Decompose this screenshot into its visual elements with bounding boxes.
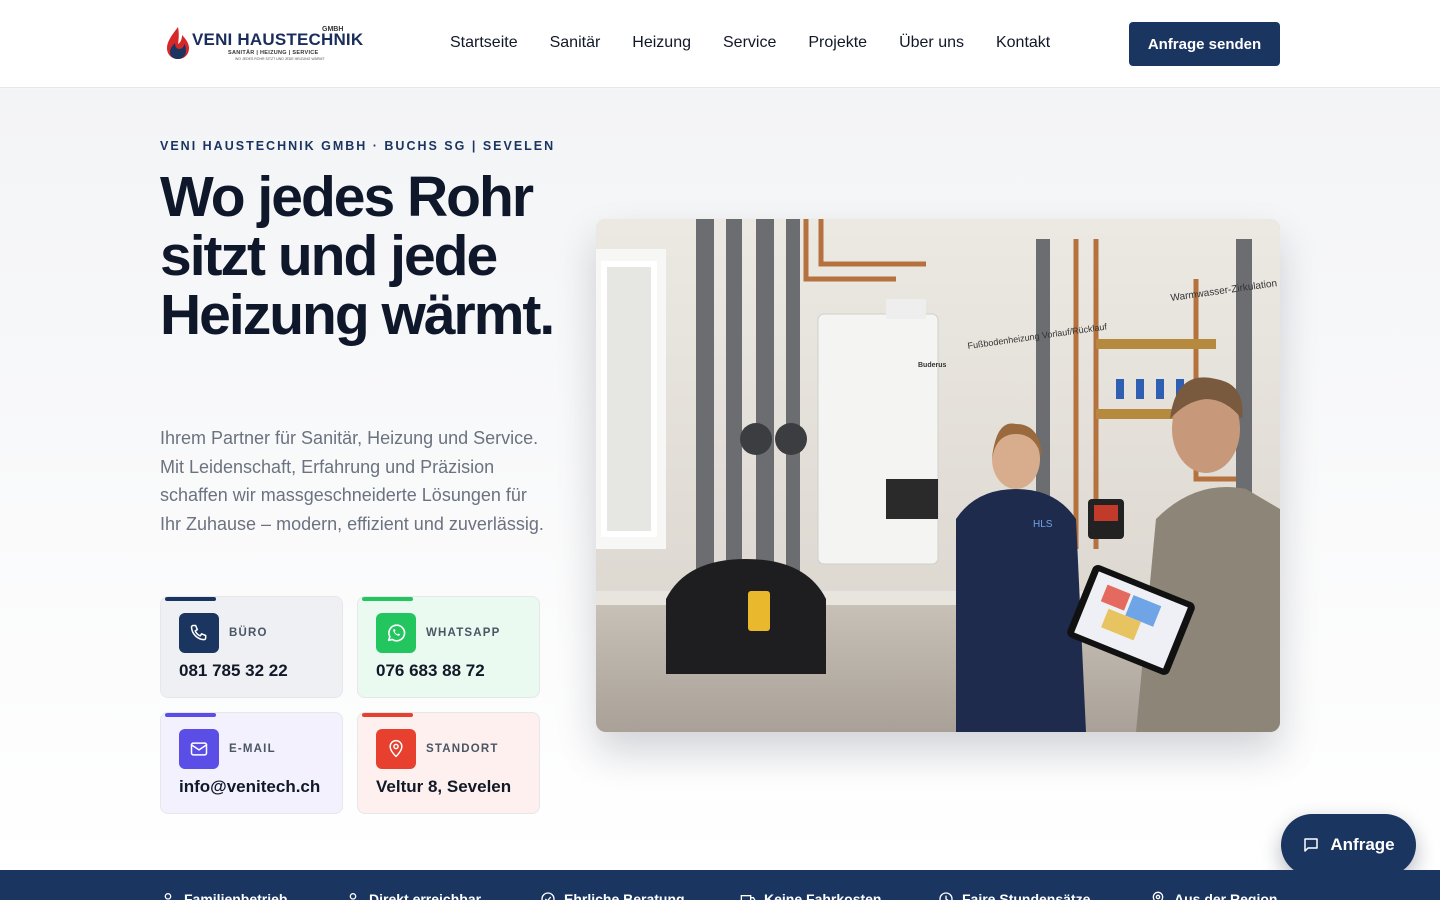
usp-item-ehrliche-beratung: Ehrliche Beratung [540,891,685,900]
logo-subline: WO JEDES ROHR SITZT UND JEDE HEIZUNG WÄR… [235,57,325,61]
contact-card-email[interactable]: E-MAIL info@venitech.ch [160,712,343,814]
floating-inquiry-button[interactable]: Anfrage [1281,814,1416,876]
hero-photo-technicians: Warmwasser-Zirkulation Fußbodenheizung V… [596,219,1280,732]
site-header: VENI HAUSTECHNIK GMBH SANITÄR | HEIZUNG … [0,0,1440,88]
usp-label: Ehrliche Beratung [564,891,685,900]
contact-card-office[interactable]: BÜRO 081 785 32 22 [160,596,343,698]
usp-label: Faire Stundensätze [962,891,1091,900]
contact-label-whatsapp: WHATSAPP [426,627,501,639]
contact-label-email: E-MAIL [229,743,276,755]
clock-icon [939,892,953,900]
person-icon [164,893,172,900]
contact-value-email: info@venitech.ch [179,777,321,796]
image-label-hls: HLS [1033,519,1053,530]
contact-value-location: Veltur 8, Sevelen [376,777,512,796]
logo-brand-text: VENI HAUSTECHNIK [192,30,364,49]
contact-label-location: STANDORT [426,743,499,755]
contact-card-whatsapp[interactable]: WHATSAPP 076 683 88 72 [357,596,540,698]
van-icon [740,895,756,900]
nav-item-sanitaer[interactable]: Sanitär [550,34,601,52]
main-navigation: Startseite Sanitär Heizung Service Proje… [450,34,1082,52]
logo-legal-text: GMBH [322,26,344,33]
usp-label: Keine Fahrkosten [764,891,882,900]
boiler-room-illustration: Warmwasser-Zirkulation Fußbodenheizung V… [596,219,1280,732]
send-inquiry-button[interactable]: Anfrage senden [1129,22,1280,66]
hero-eyebrow: VENI HAUSTECHNIK GMBH · BUCHS SG | SEVEL… [160,139,556,153]
mail-icon [179,729,219,769]
floating-inquiry-label: Anfrage [1330,835,1395,854]
card-accent-bar [362,597,413,601]
nav-item-ueber-uns[interactable]: Über uns [899,34,964,52]
usp-item-keine-fahrkosten: Keine Fahrkosten [740,891,881,900]
nav-item-startseite[interactable]: Startseite [450,34,518,52]
contact-value-office: 081 785 32 22 [179,661,288,680]
usp-label: Direkt erreichbar [369,891,482,900]
image-label-buderus: Buderus [918,362,947,369]
usp-band: Familienbetrieb Direkt erreichbar Ehrlic… [0,870,1440,900]
usp-item-direkt-erreichbar: Direkt erreichbar [345,891,481,900]
usp-item-aus-der-region: Aus der Region [1150,891,1277,900]
nav-item-kontakt[interactable]: Kontakt [996,34,1050,52]
card-accent-bar [362,713,413,717]
contact-card-location[interactable]: STANDORT Veltur 8, Sevelen [357,712,540,814]
chat-icon [1304,838,1319,852]
map-pin-icon [376,729,416,769]
usp-item-familienbetrieb: Familienbetrieb [160,891,287,900]
usp-label: Familienbetrieb [184,891,288,900]
company-logo[interactable]: VENI HAUSTECHNIK GMBH SANITÄR | HEIZUNG … [165,22,363,66]
phone-icon [179,613,219,653]
usp-label: Aus der Region [1174,891,1278,900]
shield-check-icon [541,892,555,900]
hero-headline: Wo jedes Rohr sitzt und jede Heizung wär… [160,165,555,347]
nav-item-service[interactable]: Service [723,34,776,52]
whatsapp-icon [376,613,416,653]
flame-logo-icon [167,27,189,59]
nav-item-heizung[interactable]: Heizung [632,34,691,52]
usp-item-faire-stundensaetze: Faire Stundensätze [938,891,1090,900]
nav-item-projekte[interactable]: Projekte [808,34,867,52]
person-icon [349,893,357,900]
map-pin-icon [1152,891,1164,900]
contact-value-whatsapp: 076 683 88 72 [376,661,485,680]
hero-lead-text: Ihrem Partner für Sanitär, Heizung und S… [160,428,544,534]
card-accent-bar [165,713,216,717]
card-accent-bar [165,597,216,601]
logo-tagline: SANITÄR | HEIZUNG | SERVICE [228,50,319,56]
contact-label-office: BÜRO [229,627,268,639]
